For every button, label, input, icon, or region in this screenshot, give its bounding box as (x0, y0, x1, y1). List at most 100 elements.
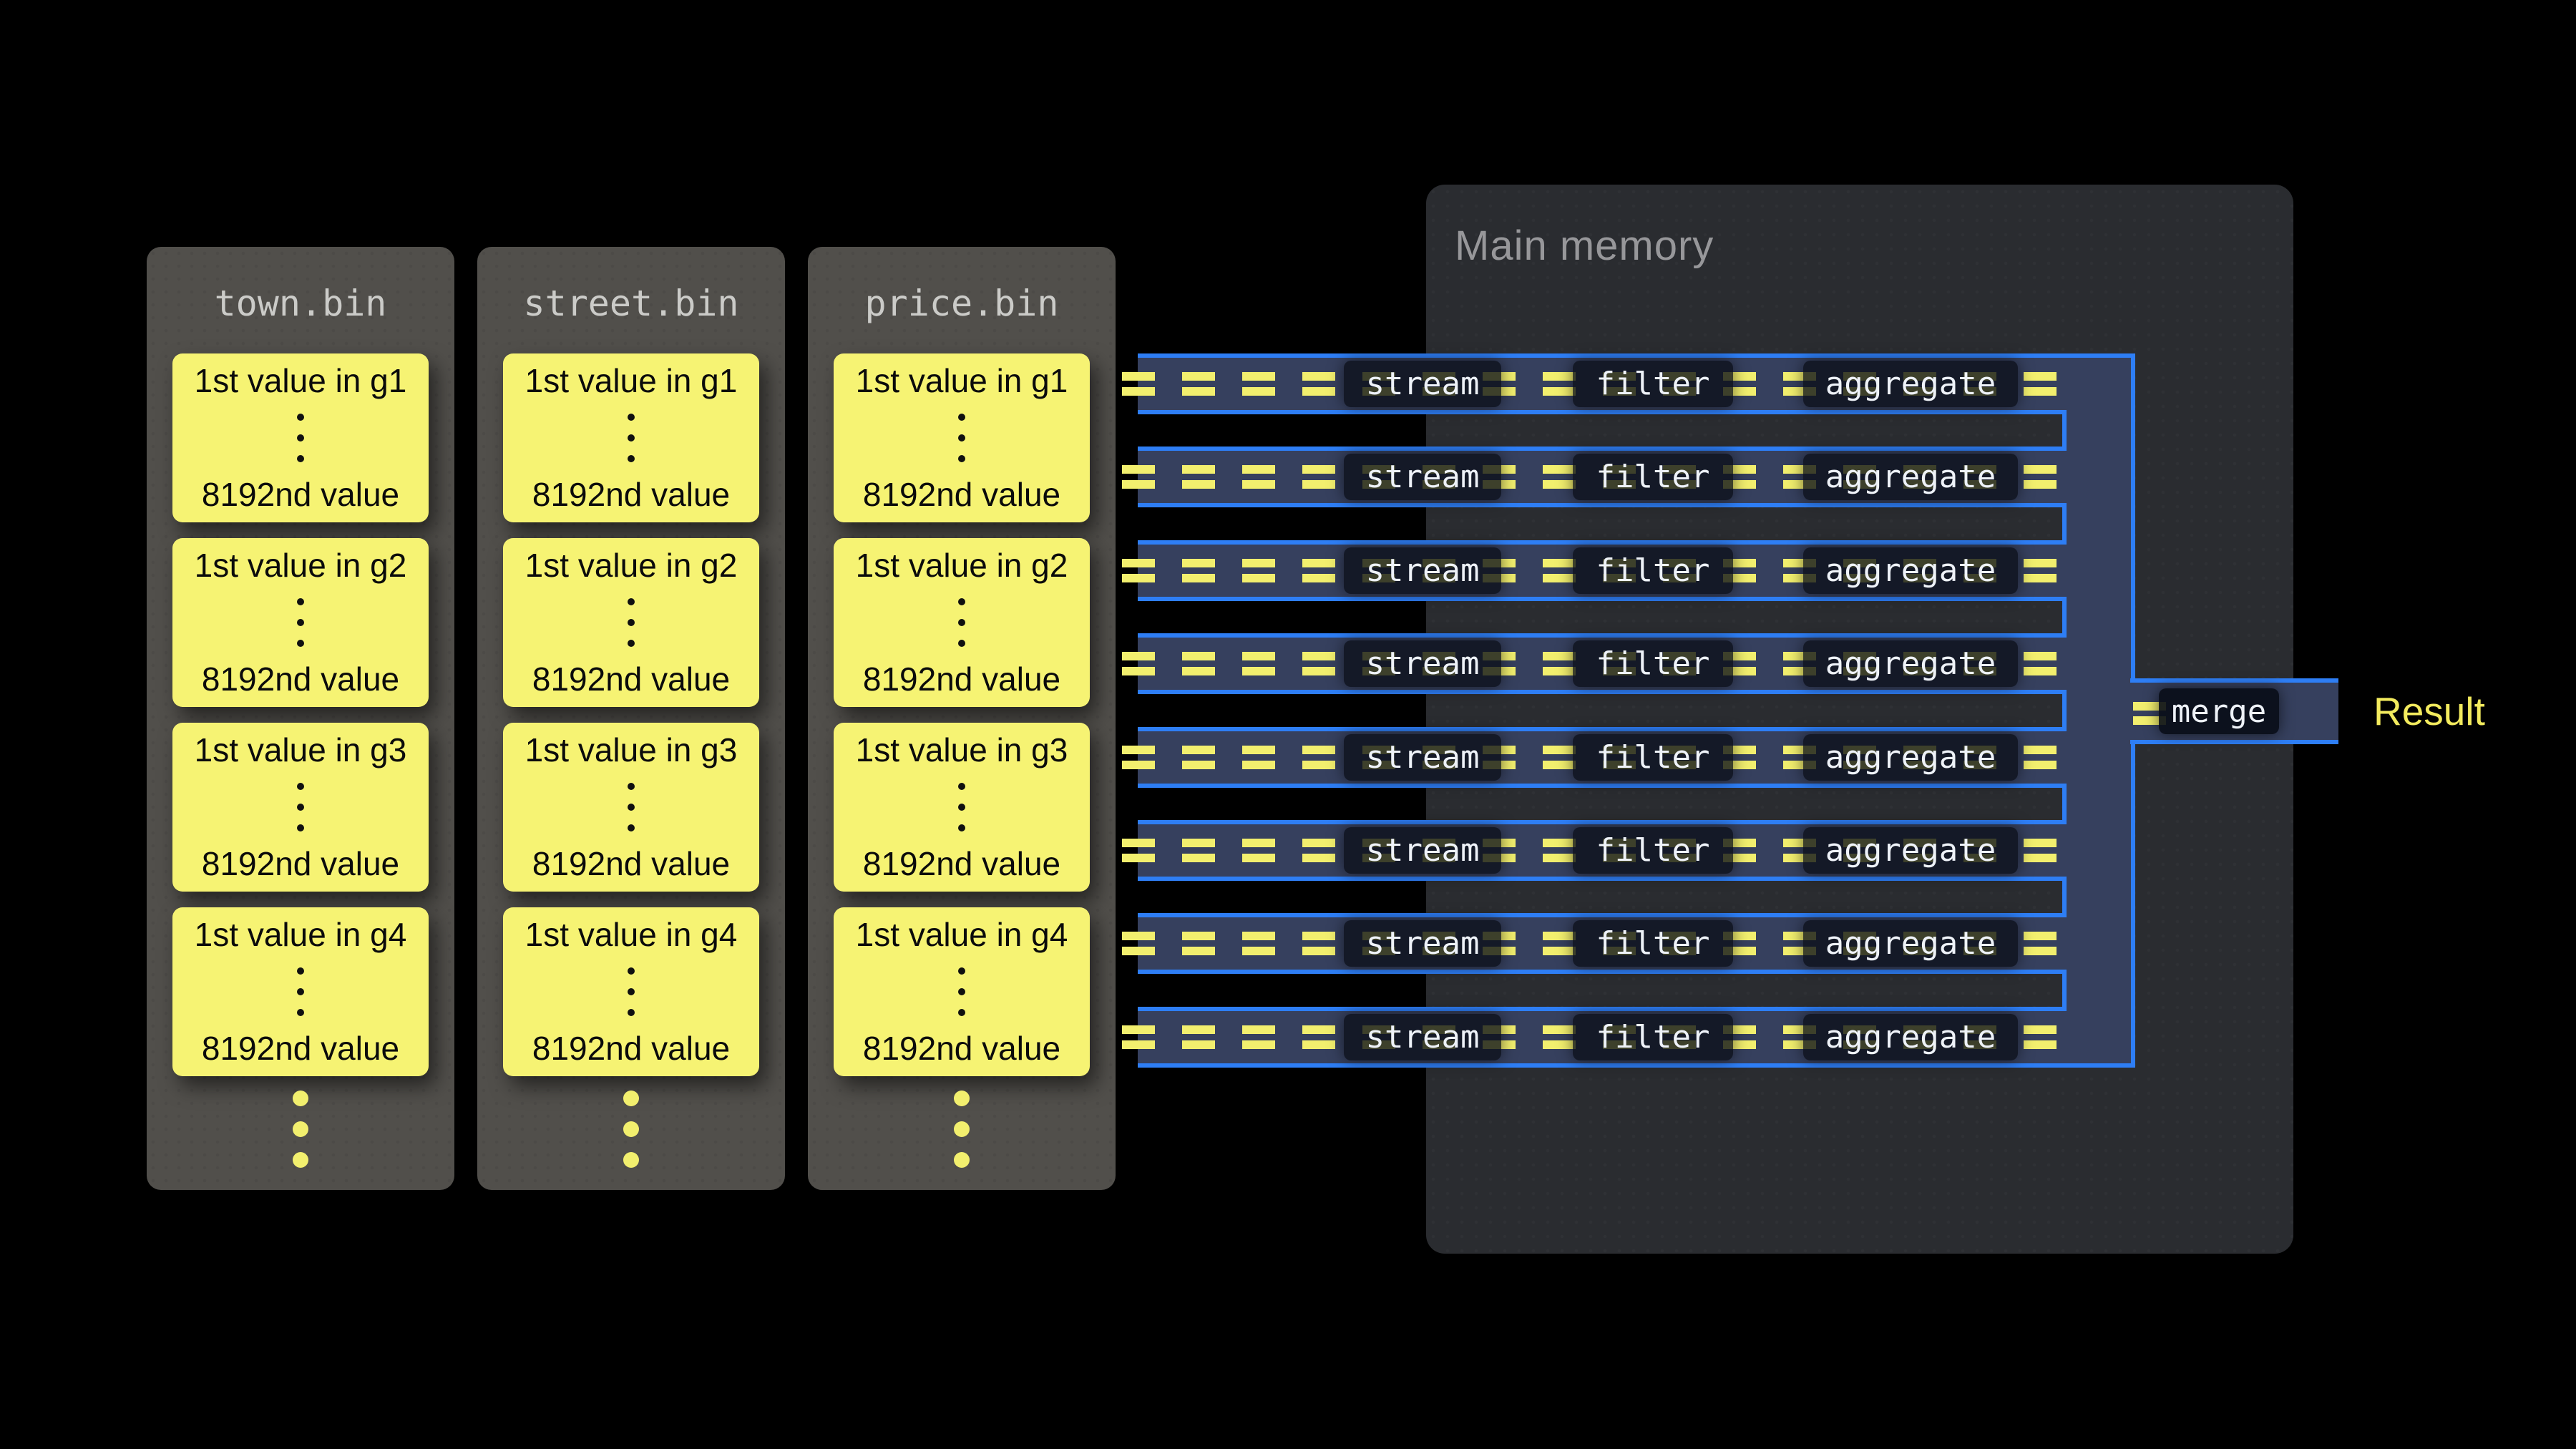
value-block: 1st value in g4 8192nd value (172, 907, 429, 1076)
ellipsis-dots (628, 598, 635, 647)
pipeline-row: streamfilteraggregate (1138, 353, 2067, 414)
more-groups-dots (477, 1091, 785, 1168)
stream-operator-chip: stream (1344, 547, 1501, 594)
value-block: 1st value in g28192nd value (834, 538, 1090, 707)
dot-icon (628, 1009, 635, 1016)
result-label: Result (2373, 688, 2485, 735)
value-blocks: 1st value in g18192nd value1st value in … (834, 353, 1090, 1076)
dot-icon (628, 455, 635, 462)
value-block: 1st value in g2 8192nd value (503, 538, 759, 707)
block-first-value: 1st value in g1 (525, 363, 738, 399)
dot-icon (623, 1152, 639, 1168)
dot-icon (628, 804, 635, 811)
aggregate-operator-chip: aggregate (1803, 640, 2018, 687)
ellipsis-dots (958, 598, 965, 647)
stream-operator-chip: stream (1344, 640, 1501, 687)
file-name: price.bin (808, 283, 1116, 324)
stream-operator-chip: stream (1344, 827, 1501, 874)
block-first-value: 1st value in g1 (195, 363, 407, 399)
file-panel-town-bin: town.bin1st value in g18192nd value1st v… (147, 247, 454, 1190)
dot-icon (628, 619, 635, 626)
dot-icon (628, 434, 635, 441)
value-block: 1st value in g38192nd value (834, 723, 1090, 892)
block-last-value: 8192nd value (532, 661, 730, 698)
ellipsis-dots (297, 414, 304, 462)
dot-icon (293, 1121, 308, 1137)
dot-icon (628, 824, 635, 831)
dot-icon (293, 1091, 308, 1106)
value-block: 1st value in g38192nd value (172, 723, 429, 892)
pipeline-gap-notch (1138, 788, 2067, 820)
filter-operator-chip: filter (1573, 1014, 1733, 1060)
dot-icon (297, 783, 304, 790)
ellipsis-dots (958, 783, 965, 831)
merge-operator-chip: merge (2159, 688, 2279, 734)
value-blocks: 1st value in g18192nd value1st value in … (172, 353, 429, 1076)
block-first-value: 1st value in g4 (856, 917, 1068, 953)
value-block: 1st value in g4 8192nd value (503, 907, 759, 1076)
block-last-value: 8192nd value (532, 477, 730, 513)
pipeline-gap-notch (1138, 507, 2067, 540)
dot-icon (958, 804, 965, 811)
block-first-value: 1st value in g4 (525, 917, 738, 953)
aggregate-operator-chip: aggregate (1803, 827, 2018, 874)
block-last-value: 8192nd value (202, 1030, 399, 1067)
aggregate-operator-chip: aggregate (1803, 454, 2018, 500)
block-first-value: 1st value in g2 (525, 547, 738, 584)
filter-operator-chip: filter (1573, 827, 1733, 874)
stream-operator-chip: stream (1344, 1014, 1501, 1060)
dot-icon (628, 640, 635, 647)
dot-icon (623, 1091, 639, 1106)
merge-tab: merge (2130, 678, 2338, 744)
ellipsis-dots (958, 414, 965, 462)
dot-icon (297, 414, 304, 421)
file-panel-price-bin: price.bin1st value in g18192nd value1st … (808, 247, 1116, 1190)
file-name: street.bin (477, 283, 785, 324)
value-block: 1st value in g28192nd value (172, 538, 429, 707)
pipeline-row: streamfilteraggregate (1138, 540, 2067, 601)
block-first-value: 1st value in g1 (856, 363, 1068, 399)
aggregate-operator-chip: aggregate (1803, 734, 2018, 781)
more-groups-dots (808, 1091, 1116, 1168)
dot-icon (958, 640, 965, 647)
dot-icon (628, 414, 635, 421)
dot-icon (958, 824, 965, 831)
dot-icon (958, 434, 965, 441)
value-block: 1st value in g38192nd value (503, 723, 759, 892)
aggregate-operator-chip: aggregate (1803, 1014, 2018, 1060)
dot-icon (297, 988, 304, 995)
ellipsis-dots (297, 783, 304, 831)
block-first-value: 1st value in g3 (525, 732, 738, 769)
pipeline-gap-notch (1138, 881, 2067, 913)
filter-operator-chip: filter (1573, 454, 1733, 500)
stream-operator-chip: stream (1344, 734, 1501, 781)
pipeline-gap-notch (1138, 414, 2067, 447)
pipeline-gap-notch (1138, 601, 2067, 633)
block-last-value: 8192nd value (202, 477, 399, 513)
filter-operator-chip: filter (1573, 920, 1733, 967)
pipeline-row: stream filter aggregate (1138, 820, 2067, 881)
stream-operator-chip: stream (1344, 454, 1501, 500)
ellipsis-dots (628, 783, 635, 831)
block-last-value: 8192nd value (863, 661, 1060, 698)
dot-icon (623, 1121, 639, 1137)
ellipsis-dots (958, 967, 965, 1016)
dot-icon (628, 967, 635, 975)
aggregate-operator-chip: aggregate (1803, 920, 2018, 967)
dot-icon (958, 455, 965, 462)
dot-icon (297, 619, 304, 626)
pipeline-gap-notch (1138, 974, 2067, 1007)
value-block: 1st value in g18192nd value (834, 353, 1090, 522)
dot-icon (958, 598, 965, 605)
block-last-value: 8192nd value (532, 1030, 730, 1067)
pipeline-row: streamfilteraggregate (1138, 633, 2067, 694)
dot-icon (958, 783, 965, 790)
block-first-value: 1st value in g4 (195, 917, 407, 953)
dot-icon (297, 804, 304, 811)
filter-operator-chip: filter (1573, 547, 1733, 594)
dot-icon (628, 988, 635, 995)
stream-operator-chip: stream (1344, 920, 1501, 967)
dot-icon (297, 640, 304, 647)
main-memory-title: Main memory (1455, 222, 1714, 270)
dot-icon (293, 1152, 308, 1168)
